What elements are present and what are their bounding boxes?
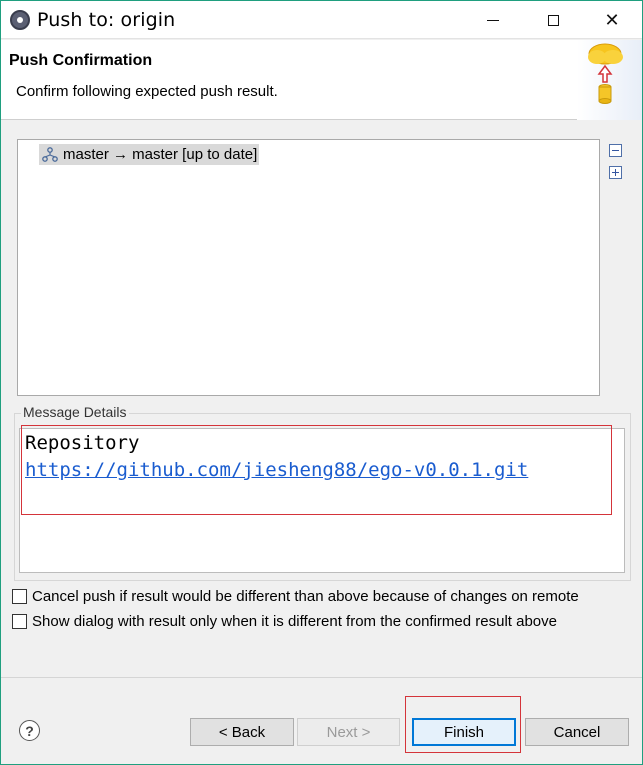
close-icon: ✕	[604, 9, 620, 31]
wizard-banner: Push Confirmation Confirm following expe…	[1, 40, 642, 120]
back-button[interactable]: < Back	[190, 718, 294, 746]
cancel-if-different-checkbox[interactable]	[12, 589, 27, 604]
window-title: Push to: origin	[37, 9, 176, 31]
push-to-cloud-icon	[577, 40, 642, 120]
close-button[interactable]: ✕	[582, 1, 642, 39]
cancel-if-different-label: Cancel push if result would be different…	[32, 588, 579, 605]
push-dialog: Push to: origin ✕ Push Confirmation Conf…	[0, 0, 643, 765]
annotation-highlight-box	[21, 425, 612, 515]
cancel-if-different-option[interactable]: Cancel push if result would be different…	[12, 588, 579, 605]
next-button[interactable]: Next >	[297, 718, 400, 746]
branch-icon	[42, 146, 58, 162]
message-details-label: Message Details	[21, 404, 129, 420]
maximize-button[interactable]	[523, 1, 583, 39]
collapse-all-button[interactable]	[609, 144, 622, 157]
maximize-icon	[547, 14, 559, 26]
cancel-button[interactable]: Cancel	[525, 718, 629, 746]
tree-row[interactable]: master → master [up to date]	[39, 144, 260, 165]
finish-highlight-box	[405, 696, 521, 753]
page-title: Push Confirmation	[9, 52, 153, 69]
minimize-icon	[487, 19, 499, 21]
collapse-all-icon	[612, 150, 619, 151]
page-description: Confirm following expected push result.	[16, 83, 278, 100]
tree-toolbar	[609, 144, 625, 188]
push-refs-tree[interactable]: master → master [up to date]	[17, 139, 600, 396]
expand-all-icon-vertical	[615, 169, 616, 176]
title-bar[interactable]: Push to: origin ✕	[1, 1, 642, 39]
show-dialog-option[interactable]: Show dialog with result only when it is …	[12, 613, 557, 630]
show-dialog-label: Show dialog with result only when it is …	[32, 613, 557, 630]
tree-row-label: master → master [up to date]	[63, 146, 258, 163]
expand-all-button[interactable]	[609, 166, 622, 179]
show-dialog-checkbox[interactable]	[12, 614, 27, 629]
minimize-button[interactable]	[463, 1, 523, 39]
footer-divider	[1, 677, 642, 678]
help-icon[interactable]: ?	[19, 720, 40, 741]
eclipse-app-icon	[10, 10, 30, 30]
